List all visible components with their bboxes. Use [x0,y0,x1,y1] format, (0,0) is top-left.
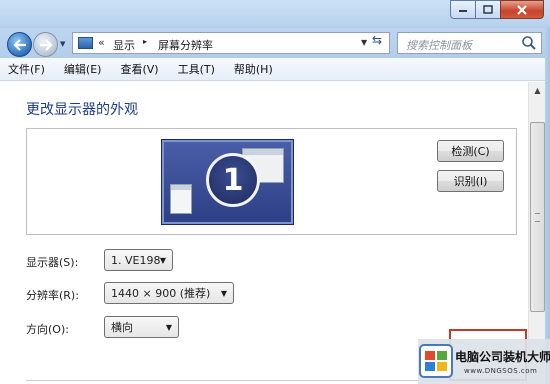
search-input[interactable]: 搜索控制面板 [397,32,542,54]
menu-help[interactable]: 帮助(H) [234,61,273,77]
menu-bar: 文件(F) 编辑(E) 查看(V) 工具(T) 帮助(H) [0,58,550,81]
maximize-button[interactable] [475,0,500,19]
scroll-up-button[interactable]: ▲ [530,83,545,99]
display-select[interactable]: 1. VE198 ▼ [104,249,173,271]
maximize-icon [483,5,493,14]
caption-buttons [450,0,544,19]
chevron-down-icon: ▼ [159,256,166,265]
resolution-label: 分辨率(R): [26,289,79,302]
page-title: 更改显示器的外观 [26,102,138,118]
close-icon [517,4,527,15]
identify-button[interactable]: 识别(I) [437,170,504,192]
minimize-icon [459,9,467,12]
orientation-select-value: 横向 [111,321,133,334]
search-placeholder: 搜索控制面板 [406,39,472,52]
breadcrumb-screen-resolution[interactable]: 屏幕分辨率 [158,37,213,53]
display-select-value: 1. VE198 [111,253,161,267]
forward-arrow-icon [39,38,53,51]
divider [26,380,446,381]
watermark: 电脑公司装机大师 www.DNGSOS.com [418,339,550,384]
display-folder-icon [78,37,93,49]
menu-view[interactable]: 查看(V) [120,61,158,77]
navigation-bar: ▼ « 显示 ▸ 屏幕分辨率 ▼ ⇆ 搜索控制面板 [0,28,550,58]
chevron-down-icon: ▼ [165,323,172,332]
menu-tools[interactable]: 工具(T) [178,61,215,77]
windows-logo-icon [419,344,453,378]
address-bar[interactable]: « 显示 ▸ 屏幕分辨率 ▼ [72,32,390,54]
close-button[interactable] [500,0,544,19]
title-bar [0,0,550,28]
monitor-number-badge: 1 [206,153,260,207]
breadcrumb-overflow[interactable]: « [98,36,105,49]
window-border [545,28,550,384]
monitor-1-tile[interactable]: 1 [161,139,294,225]
detect-button[interactable]: 检测(C) [437,140,504,162]
orientation-select[interactable]: 横向 ▼ [104,316,179,338]
breadcrumb-display[interactable]: 显示 [113,37,135,53]
resolution-select-value: 1440 × 900 (推荐) [111,287,211,300]
chevron-down-icon: ▼ [220,289,227,298]
menu-edit[interactable]: 编辑(E) [64,61,102,77]
back-arrow-icon [12,38,26,51]
window-preview-icon [170,184,192,214]
refresh-button[interactable]: ⇆ [366,32,388,50]
watermark-title: 电脑公司装机大师 [455,350,550,364]
menu-file[interactable]: 文件(F) [8,61,45,77]
watermark-url: www.DNGSOS.com [464,367,538,375]
scroll-thumb[interactable] [530,122,545,312]
forward-button[interactable] [33,32,58,57]
breadcrumb-separator[interactable]: ▸ [143,37,147,46]
minimize-button[interactable] [450,0,475,19]
search-icon[interactable] [521,35,537,51]
recent-pages-dropdown[interactable]: ▼ [60,40,65,48]
back-button[interactable] [7,32,32,57]
orientation-label: 方向(O): [26,323,69,336]
resolution-select[interactable]: 1440 × 900 (推荐) ▼ [104,282,234,304]
display-label: 显示器(S): [26,256,79,269]
